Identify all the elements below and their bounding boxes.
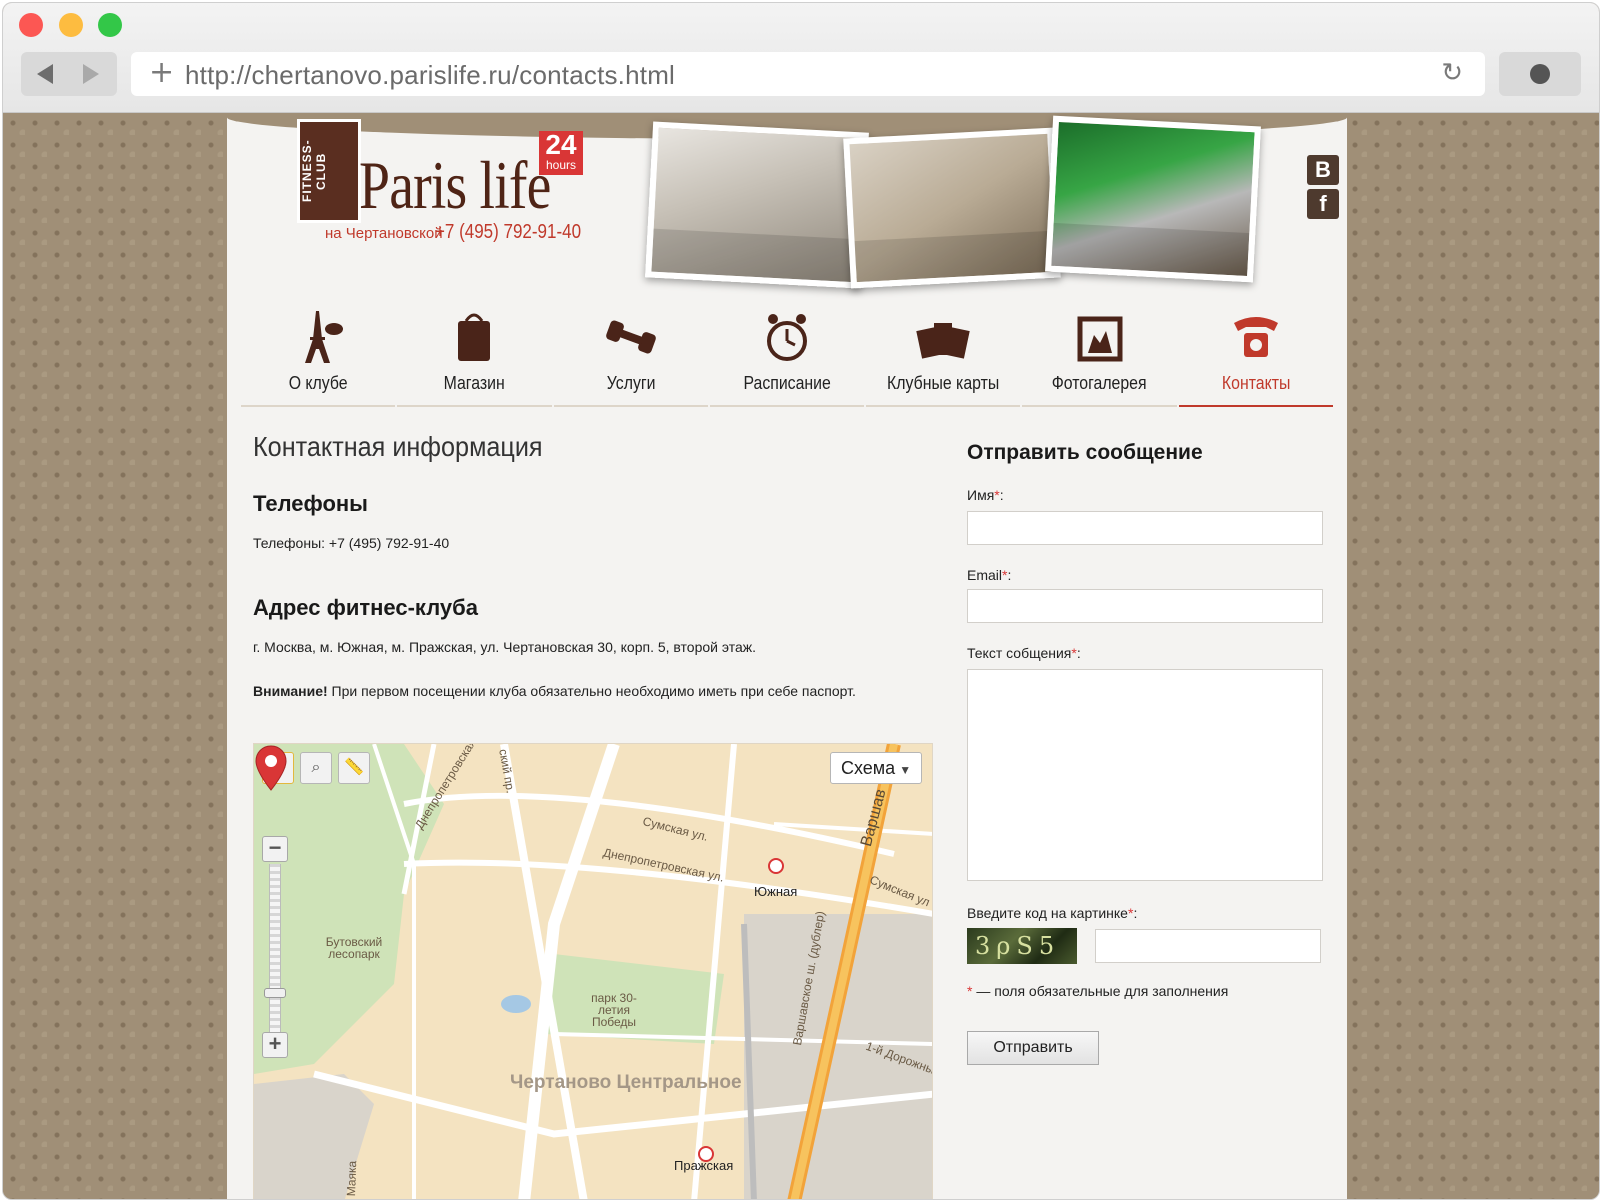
record-button[interactable] bbox=[1499, 52, 1581, 96]
logo-emblem[interactable]: FITNESS-CLUB bbox=[297, 119, 361, 223]
shopping-bag-icon bbox=[458, 313, 491, 361]
nav-item-cards[interactable]: Клубные карты bbox=[866, 293, 1021, 407]
address-text: г. Москва, м. Южная, м. Пражская, ул. Че… bbox=[253, 639, 757, 655]
reload-icon[interactable]: ↻ bbox=[1441, 58, 1463, 88]
captcha-image: 3ρS5 bbox=[967, 928, 1077, 964]
gym-photo-3 bbox=[1045, 115, 1261, 283]
message-label: Текст собщения*: bbox=[967, 645, 1081, 661]
message-textarea[interactable] bbox=[967, 669, 1323, 881]
close-window-button[interactable] bbox=[19, 13, 43, 37]
address-heading: Адрес фитнес-клуба bbox=[253, 595, 478, 620]
nav-item-schedule[interactable]: Расписание bbox=[709, 293, 865, 407]
hours-badge: 24 hours bbox=[539, 131, 583, 175]
nav-item-services[interactable]: Услуги bbox=[553, 293, 708, 407]
nav-label-about: О клубе bbox=[288, 373, 348, 393]
url-text[interactable]: http://chertanovo.parislife.ru/contacts.… bbox=[185, 60, 675, 91]
email-field[interactable] bbox=[967, 589, 1323, 623]
submit-button[interactable]: Отправить bbox=[967, 1031, 1099, 1065]
zoom-in-button[interactable]: + bbox=[262, 1032, 288, 1058]
minimize-window-button[interactable] bbox=[59, 13, 83, 37]
nav-item-shop[interactable]: Магазин bbox=[397, 293, 552, 407]
map-label-district: Чертаново Центральное bbox=[510, 1072, 742, 1093]
gym-photo-2 bbox=[843, 127, 1061, 289]
map-type-label: Схема bbox=[841, 758, 896, 778]
map-label-metro: Пражская bbox=[674, 1158, 734, 1173]
main-nav: О клубе Магазин Услуги Расписание Клубны… bbox=[241, 293, 1333, 407]
yandex-map[interactable]: ✋ ⌕ 📏 Схема▼ − + Днепропетровская ул. Су… bbox=[253, 743, 933, 1199]
nav-label-services: Услуги bbox=[606, 373, 656, 393]
zoom-out-button[interactable]: − bbox=[262, 836, 288, 862]
map-label-forest: Бутовский лесопарк bbox=[325, 935, 383, 961]
ruler-icon[interactable]: 📏 bbox=[338, 752, 370, 784]
page-content: FITNESS-CLUB Paris life 24 hours на Черт… bbox=[227, 113, 1347, 1199]
alarm-clock-icon bbox=[766, 314, 807, 361]
nav-item-contacts[interactable]: Контакты bbox=[1178, 293, 1333, 407]
phones-heading: Телефоны bbox=[253, 491, 368, 516]
vk-icon[interactable]: В bbox=[1307, 155, 1339, 185]
nav-label-cards: Клубные карты bbox=[887, 373, 1000, 393]
warning-text: При первом посещении клуба обязательно н… bbox=[327, 683, 856, 699]
required-fields-note: * — поля обязательные для заполнения bbox=[967, 983, 1229, 999]
cards-icon bbox=[916, 323, 970, 359]
captcha-label: Введите код на картинке*: bbox=[967, 905, 1138, 921]
map-type-select[interactable]: Схема ▼ bbox=[830, 752, 922, 784]
page-viewport: FITNESS-CLUB Paris life 24 hours на Черт… bbox=[3, 113, 1599, 1199]
forward-arrow-icon[interactable] bbox=[83, 64, 99, 84]
nav-label-gallery: Фотогалерея bbox=[1052, 373, 1147, 393]
nav-label-schedule: Расписание bbox=[743, 373, 831, 393]
brand-name[interactable]: Paris life bbox=[359, 149, 551, 221]
eiffel-tower-icon bbox=[305, 311, 344, 363]
map-roads bbox=[254, 744, 932, 1199]
warning-label: Внимание! bbox=[253, 683, 328, 699]
gym-photo-1 bbox=[645, 121, 869, 289]
badge-number: 24 bbox=[545, 129, 577, 160]
passport-warning: Внимание! При первом посещении клуба обя… bbox=[253, 683, 856, 699]
captcha-input[interactable] bbox=[1095, 929, 1321, 963]
logo-vertical-text: FITNESS-CLUB bbox=[300, 139, 328, 203]
map-zoom-control: − + bbox=[262, 836, 290, 1060]
email-label: Email*: bbox=[967, 567, 1012, 583]
nav-label-shop: Магазин bbox=[443, 373, 505, 393]
back-arrow-icon[interactable] bbox=[37, 64, 53, 84]
name-field[interactable] bbox=[967, 511, 1323, 545]
phones-text: Телефоны: +7 (495) 792-91-40 bbox=[253, 535, 450, 551]
nav-label-contacts: Контакты bbox=[1221, 373, 1291, 393]
facebook-icon[interactable]: f bbox=[1307, 189, 1339, 219]
browser-toolbar: + http://chertanovo.parislife.ru/contact… bbox=[3, 3, 1599, 113]
history-nav bbox=[21, 52, 117, 96]
telephone-icon bbox=[1233, 317, 1278, 357]
badge-text: hours bbox=[545, 158, 577, 172]
chevron-down-icon: ▼ bbox=[899, 763, 912, 777]
dumbbell-icon bbox=[605, 320, 656, 354]
map-label-metro: Южная bbox=[754, 884, 798, 899]
zoom-slider-track[interactable] bbox=[269, 864, 281, 1032]
header-location: на Чертановской bbox=[325, 225, 443, 242]
picture-frame-icon bbox=[1077, 316, 1123, 362]
map-label-park: парк 30-летия Победы bbox=[591, 991, 637, 1029]
location-pin-icon[interactable] bbox=[254, 744, 288, 792]
map-label-road: Маяка bbox=[344, 1160, 360, 1197]
nav-item-gallery[interactable]: Фотогалерея bbox=[1022, 293, 1177, 407]
new-tab-plus-icon[interactable]: + bbox=[149, 58, 174, 88]
form-title: Отправить сообщение bbox=[967, 441, 1203, 464]
zoom-slider-knob[interactable] bbox=[264, 988, 286, 998]
name-label: Имя*: bbox=[967, 487, 1004, 503]
address-bar[interactable]: + http://chertanovo.parislife.ru/contact… bbox=[131, 52, 1485, 96]
nav-item-about[interactable]: О клубе bbox=[241, 293, 396, 407]
header-phone: +7 (495) 792-91-40 bbox=[435, 221, 582, 243]
maximize-window-button[interactable] bbox=[98, 13, 122, 37]
browser-window: + http://chertanovo.parislife.ru/contact… bbox=[2, 2, 1600, 1200]
page-title: Контактная информация bbox=[253, 431, 543, 462]
magnifier-zoom-icon[interactable]: ⌕ bbox=[300, 752, 332, 784]
